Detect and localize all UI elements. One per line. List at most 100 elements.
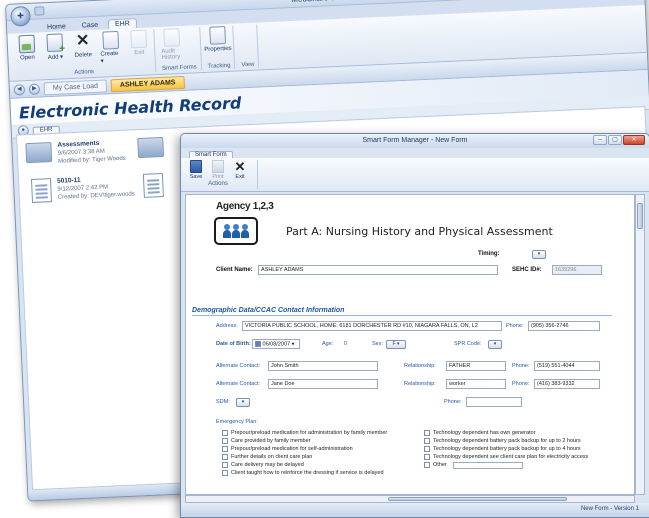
create-icon <box>102 30 120 50</box>
emergency-plan-label: Emergency Plan: <box>216 419 258 425</box>
age-value: 0 <box>344 341 348 347</box>
group-label-tracking: Tracking <box>207 62 231 70</box>
list-item[interactable]: 5010-11 9/12/2007 2:42 PM Created by: DEV\… <box>30 174 135 203</box>
item-date: 9/6/2007 3:38 AM <box>57 148 105 157</box>
child-minimize-button[interactable]: – <box>593 135 607 145</box>
item-date: 9/12/2007 2:42 PM <box>57 184 109 193</box>
create-button[interactable]: Create ▾ <box>99 30 123 68</box>
sdm-label: SDM: <box>216 399 230 405</box>
checkbox-option[interactable]: Technology dependent battery pack backup… <box>424 445 624 453</box>
list-item[interactable] <box>137 136 165 159</box>
child-maximize-button[interactable]: ▢ <box>608 135 622 145</box>
alt-contact-1-field[interactable]: John Smith <box>268 361 378 371</box>
crumb-my-case-load[interactable]: My Case Load <box>43 78 108 95</box>
relationship-1-field[interactable]: FATHER <box>446 361 506 371</box>
group-label-actions: Actions <box>208 181 228 187</box>
dob-field[interactable]: 06/08/2007 ▾ <box>252 339 300 349</box>
client-name-label: Client Name: <box>216 267 253 273</box>
item-name: 5010-11 <box>56 176 81 185</box>
sex-dropdown[interactable]: F ▾ <box>386 340 406 349</box>
sdm-phone-field[interactable] <box>466 397 522 407</box>
smart-form-ribbon: Save Print ✕ Exit Actions <box>181 158 649 192</box>
emergency-left-checks: Prepour/preload medication for administr… <box>222 429 412 477</box>
child-close-button[interactable]: ✕ <box>623 135 645 145</box>
emergency-right-checks: Technology dependent has own generator T… <box>424 429 624 469</box>
item-author: Modified by: Tiger Woods <box>58 155 126 165</box>
open-icon <box>18 34 36 54</box>
checkbox-option[interactable]: Further details on client care plan <box>222 453 412 461</box>
save-button[interactable]: Save <box>187 160 205 180</box>
spr-code-label: SPR Code: <box>454 341 482 347</box>
add-button[interactable]: Add ▾ <box>43 33 67 70</box>
print-icon <box>212 160 224 173</box>
ribbon-group-smart-forms: Audit History Smart Forms <box>156 27 202 73</box>
close-icon: ✕ <box>234 159 246 174</box>
alt-phone-2-field[interactable]: (416) 383-9332 <box>534 379 600 389</box>
scroll-thumb[interactable] <box>637 203 643 229</box>
delete-icon: ✕ <box>75 32 90 50</box>
client-name-field[interactable]: ASHLEY ADAMS <box>258 265 498 275</box>
sehc-id-field[interactable]: 1639296 <box>552 265 602 275</box>
properties-button[interactable]: Properties <box>204 26 232 63</box>
checkbox-option[interactable]: Technology dependent see client care pla… <box>424 453 624 461</box>
exit-button[interactable]: Exit <box>127 29 151 66</box>
list-item[interactable]: Assessments 9/6/2007 3:38 AM Modified by: … <box>25 139 126 167</box>
list-item[interactable] <box>142 173 164 198</box>
relationship-2-field[interactable]: worker <box>446 379 506 389</box>
horizontal-scrollbar[interactable] <box>185 495 635 503</box>
checkbox-option[interactable]: Care provided by family member <box>222 437 412 445</box>
phone-label: Phone: <box>512 363 530 369</box>
timing-dropdown[interactable]: ▾ <box>532 250 546 259</box>
checkbox-option[interactable]: Client taught how to reinforce the dress… <box>222 469 412 477</box>
scroll-thumb[interactable] <box>387 497 567 501</box>
item-name: Assessments <box>57 139 100 149</box>
checkbox-option[interactable]: Prepour/preload medication for administr… <box>222 429 412 437</box>
print-button[interactable]: Print <box>209 160 227 180</box>
smart-form-window: Smart Form Manager - New Form – ▢ ✕ Smar… <box>180 133 649 518</box>
phone-label: Phone: <box>444 399 462 405</box>
tab-smart-form[interactable]: Smart Form <box>189 151 233 158</box>
checkbox-option[interactable]: Technology dependent has own generator <box>424 429 624 437</box>
age-label: Age: <box>322 341 334 347</box>
form-status-bar: New Form - Version 1 <box>181 503 649 517</box>
delete-button[interactable]: ✕ Delete <box>71 32 95 69</box>
smart-form-title: Smart Form Manager - New Form <box>362 137 468 144</box>
alt-contact-label: Alternate Contact: <box>216 381 261 387</box>
crumb-client[interactable]: ASHLEY ADAMS <box>110 75 185 92</box>
sehc-label: SEHC ID#: <box>512 267 542 273</box>
ribbon-group-tracking: Properties Tracking <box>201 25 236 71</box>
folder-icon <box>25 142 53 164</box>
audit-history-button[interactable]: Audit History <box>160 28 184 65</box>
alt-contact-label: Alternate Contact: <box>216 363 261 369</box>
vertical-scrollbar[interactable] <box>635 194 645 495</box>
address-label: Address: <box>216 323 238 329</box>
alt-phone-1-field[interactable]: (519) 551-4044 <box>534 361 600 371</box>
alt-contact-2-field[interactable]: Jane Doe <box>268 379 378 389</box>
checkbox-option[interactable]: Care delivery may be delayed <box>222 461 412 469</box>
form-canvas: Agency 1,2,3 Part A: Nursing History and… <box>185 194 635 495</box>
group-label-view: View <box>241 61 255 69</box>
tab-case[interactable]: Case <box>76 21 105 31</box>
checkbox-option[interactable]: Prepour/preload medication for self-admi… <box>222 445 412 453</box>
folder-icon <box>137 136 165 159</box>
phone-field[interactable]: (905) 356-2746 <box>528 321 600 331</box>
item-author: Created by: DEV\tiger.woods <box>57 191 135 201</box>
tab-home[interactable]: Home <box>41 22 72 32</box>
open-button[interactable]: Open <box>15 34 39 72</box>
checkbox-option[interactable]: Technology dependent battery pack backup… <box>424 437 624 445</box>
forward-arrow-icon[interactable]: ▶ <box>28 83 41 95</box>
spr-code-dropdown[interactable]: ▾ <box>488 340 502 349</box>
checkbox-option[interactable]: Other <box>424 461 624 469</box>
exit-icon <box>130 29 148 49</box>
exit-form-button[interactable]: ✕ Exit <box>231 160 249 180</box>
agency-name: Agency 1,2,3 <box>216 201 274 212</box>
address-field[interactable]: VICTORIA PUBLIC SCHOOL, HOME: 6181 DORCH… <box>242 321 502 331</box>
tab-ehr[interactable]: EHR <box>107 18 138 30</box>
back-arrow-icon[interactable]: ◀ <box>13 83 26 96</box>
group-label-smart-forms: Smart Forms <box>161 64 197 72</box>
sdm-dropdown[interactable]: ▾ <box>236 398 250 407</box>
other-field[interactable] <box>452 461 523 469</box>
phone-label: Phone: <box>512 381 530 387</box>
dob-checkbox[interactable] <box>255 341 261 347</box>
ribbon-group-actions: Open Add ▾ ✕Delete Create ▾ Exit Actions <box>11 29 157 79</box>
